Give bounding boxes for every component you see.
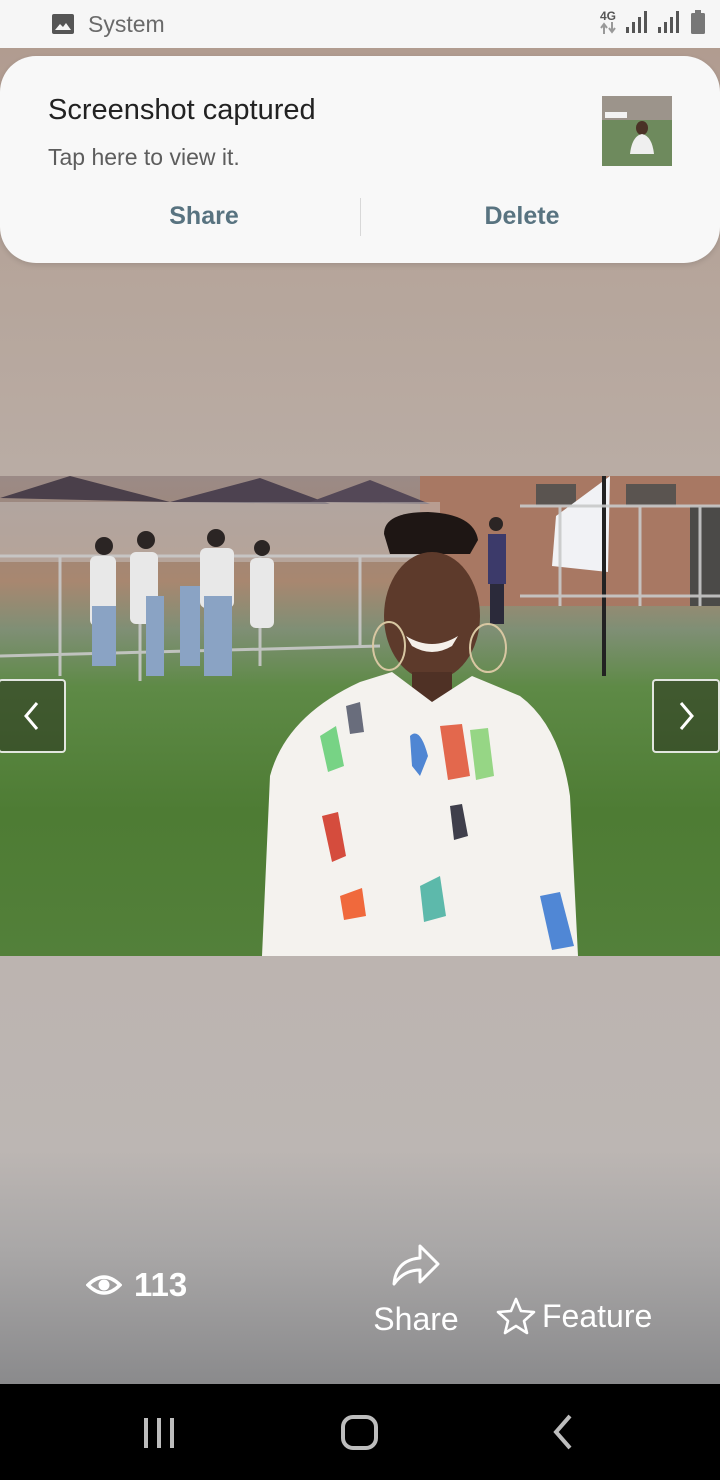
network-type-indicator: 4G [598,8,618,34]
signal-icon [626,11,647,33]
data-arrows-icon [600,21,616,34]
home-icon[interactable] [340,1412,380,1452]
thumbnail-image [602,96,672,166]
action-divider [360,198,361,236]
photo-content [0,476,720,956]
notification-share-button[interactable]: Share [0,202,360,231]
view-count-value: 113 [134,1266,188,1303]
feature-label: Feature [542,1297,653,1334]
chevron-left-icon [24,702,39,730]
status-bar: System 4G [0,0,720,48]
screen: System 4G Screenshot captured Tap here t… [0,0,720,1480]
previous-photo-button[interactable] [0,679,66,753]
screenshot-thumbnail[interactable] [602,96,672,166]
screenshot-notification[interactable]: Screenshot captured Tap here to view it.… [0,56,720,263]
eye-icon [86,1275,122,1295]
battery-icon [691,10,705,34]
signal-icon [658,11,679,33]
share-button[interactable]: Share [368,1240,464,1338]
next-photo-button[interactable] [652,679,720,753]
back-icon[interactable] [548,1412,576,1452]
system-navigation-bar [0,1384,720,1480]
view-count: 113 [86,1266,187,1304]
status-notification-source: System [52,11,165,38]
status-source-label: System [88,10,165,37]
star-icon [496,1297,536,1335]
network-type-label: 4G [599,8,616,23]
chevron-right-icon [679,702,694,730]
feature-button[interactable]: Feature [496,1296,652,1336]
share-label: Share [373,1301,459,1337]
notification-body[interactable]: Tap here to view it. [48,144,240,171]
gallery-photo[interactable] [0,476,720,956]
notification-delete-button[interactable]: Delete [360,202,720,231]
status-indicators: 4G [598,10,706,34]
recent-apps-icon[interactable] [142,1412,176,1452]
image-icon [52,14,74,34]
share-arrow-icon [392,1244,440,1286]
notification-title: Screenshot captured [48,94,316,126]
